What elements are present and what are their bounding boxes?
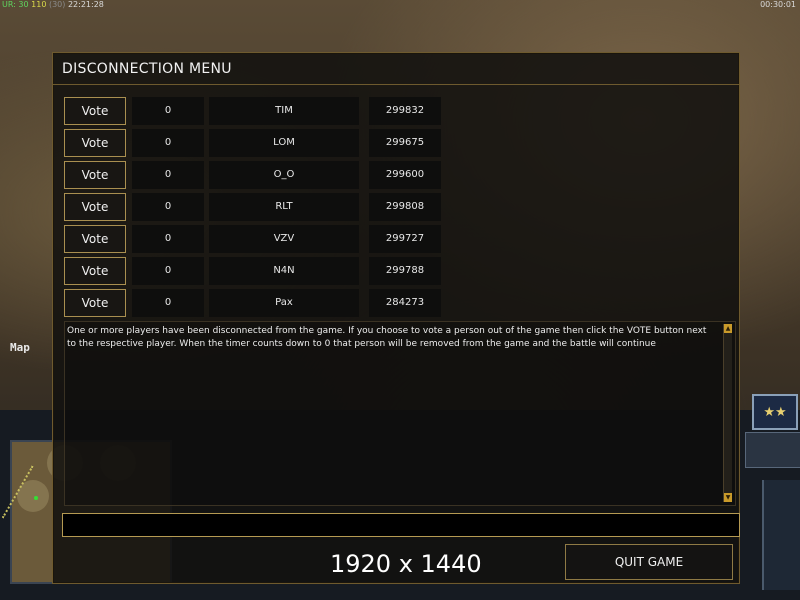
resolution-overlay: 1920 x 1440 bbox=[330, 550, 482, 578]
player-name: TIM bbox=[209, 97, 359, 125]
vote-button[interactable]: Vote bbox=[64, 289, 126, 317]
hud-side-panel bbox=[745, 432, 800, 468]
dialog-title: DISCONNECTION MENU bbox=[53, 53, 739, 85]
message-text: One or more players have been disconnect… bbox=[67, 326, 707, 349]
quit-game-button[interactable]: QUIT GAME bbox=[565, 544, 733, 580]
player-timer: 299727 bbox=[369, 225, 441, 253]
vote-button[interactable]: Vote bbox=[64, 97, 126, 125]
scroll-up-arrow-icon[interactable]: ▲ bbox=[724, 324, 732, 333]
vote-count: 0 bbox=[132, 257, 204, 285]
fps-dim: (30) bbox=[48, 0, 66, 9]
fps-time: 22:21:28 bbox=[67, 0, 104, 9]
vote-count: 0 bbox=[132, 193, 204, 221]
vote-count: 0 bbox=[132, 161, 204, 189]
player-timer: 299788 bbox=[369, 257, 441, 285]
player-row: Vote 0 LOM 299675 bbox=[64, 129, 444, 157]
vote-count: 0 bbox=[132, 129, 204, 157]
map-label: Map bbox=[10, 341, 30, 354]
minimap-unit-marker bbox=[34, 496, 38, 500]
player-row: Vote 0 RLT 299808 bbox=[64, 193, 444, 221]
message-box[interactable]: One or more players have been disconnect… bbox=[64, 321, 736, 506]
vote-button[interactable]: Vote bbox=[64, 129, 126, 157]
player-timer: 299808 bbox=[369, 193, 441, 221]
disconnection-dialog: DISCONNECTION MENU Vote 0 TIM 299832 Vot… bbox=[52, 52, 740, 584]
fps-value: UR: 30 bbox=[2, 0, 29, 9]
rank-badge-icon[interactable]: ★★ bbox=[752, 394, 798, 430]
fps-mid: 110 bbox=[31, 0, 47, 9]
chat-input[interactable] bbox=[62, 513, 740, 537]
vote-button[interactable]: Vote bbox=[64, 193, 126, 221]
player-row: Vote 0 O_O 299600 bbox=[64, 161, 444, 189]
vote-count: 0 bbox=[132, 97, 204, 125]
player-timer: 299832 bbox=[369, 97, 441, 125]
vote-count: 0 bbox=[132, 225, 204, 253]
player-timer: 299675 bbox=[369, 129, 441, 157]
vote-button[interactable]: Vote bbox=[64, 225, 126, 253]
message-scrollbar[interactable]: ▲ ▼ bbox=[723, 324, 732, 502]
player-timer: 299600 bbox=[369, 161, 441, 189]
player-row: Vote 0 TIM 299832 bbox=[64, 97, 444, 125]
game-clock: 00:30:01 bbox=[760, 0, 796, 9]
vote-button[interactable]: Vote bbox=[64, 257, 126, 285]
player-timer: 284273 bbox=[369, 289, 441, 317]
fps-readout: UR: 30 110 (30) 22:21:28 bbox=[2, 0, 104, 9]
hud-top-bar: UR: 30 110 (30) 22:21:28 00:30:01 bbox=[0, 0, 800, 10]
player-name: VZV bbox=[209, 225, 359, 253]
player-name: O_O bbox=[209, 161, 359, 189]
scroll-down-arrow-icon[interactable]: ▼ bbox=[724, 493, 732, 502]
player-row: Vote 0 Pax 284273 bbox=[64, 289, 444, 317]
player-name: N4N bbox=[209, 257, 359, 285]
player-name: Pax bbox=[209, 289, 359, 317]
player-name: RLT bbox=[209, 193, 359, 221]
vote-count: 0 bbox=[132, 289, 204, 317]
player-name: LOM bbox=[209, 129, 359, 157]
player-row: Vote 0 VZV 299727 bbox=[64, 225, 444, 253]
hud-side-column bbox=[762, 480, 800, 590]
player-row: Vote 0 N4N 299788 bbox=[64, 257, 444, 285]
vote-button[interactable]: Vote bbox=[64, 161, 126, 189]
